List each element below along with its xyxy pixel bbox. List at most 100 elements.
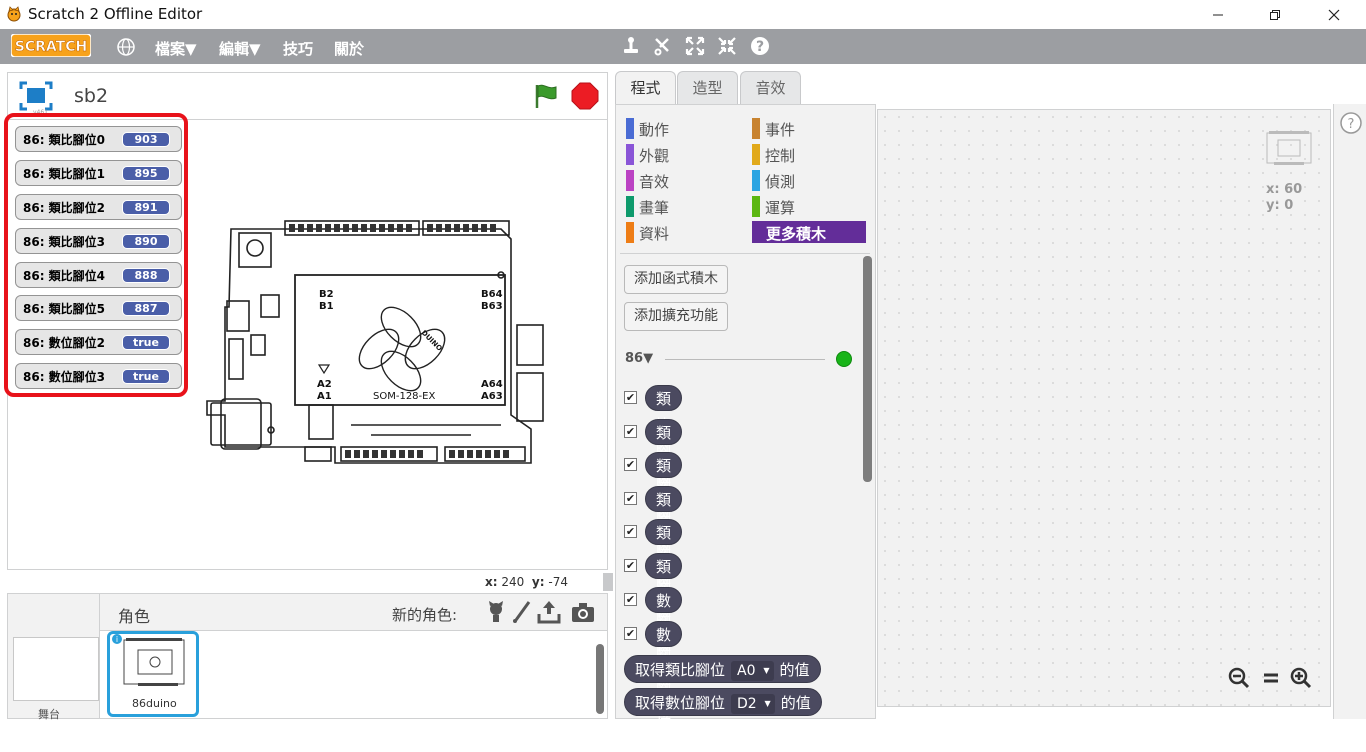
- stage-canvas[interactable]: 86: 類比腳位0 903 86: 類比腳位1 895 86: 類比腳位2 89…: [7, 119, 608, 570]
- menu-edit[interactable]: 編輯▼: [219, 38, 261, 59]
- minimize-button[interactable]: [1189, 0, 1247, 29]
- category-more-blocks[interactable]: 更多積木: [752, 221, 866, 243]
- stage-collapse-handle[interactable]: [603, 573, 613, 591]
- delete-scissors-icon[interactable]: [652, 35, 674, 57]
- reporter-block[interactable]: 類比腳位0: [645, 385, 683, 512]
- variable-monitor[interactable]: 86: 類比腳位1 895: [15, 160, 182, 186]
- sprite-x-value: 60: [1284, 182, 1303, 197]
- monitor-label: 86: 類比腳位4: [23, 269, 106, 283]
- read-analog-pin-block[interactable]: 取得類比腳位 A0 的值: [624, 655, 821, 683]
- tab-scripts[interactable]: 程式: [615, 71, 676, 106]
- category-label: 事件: [765, 121, 796, 139]
- variable-monitor[interactable]: 86: 類比腳位2 891: [15, 194, 182, 220]
- category-label: 資料: [639, 225, 670, 243]
- monitor-label: 86: 類比腳位2: [23, 201, 106, 215]
- variable-monitor[interactable]: 86: 類比腳位5 887: [15, 295, 182, 321]
- category-operators[interactable]: 運算: [752, 195, 862, 217]
- category-sound[interactable]: 音效: [626, 169, 736, 191]
- board-pin-label: A63: [481, 391, 503, 402]
- reporter-block[interactable]: 數位腳位2: [645, 587, 683, 714]
- tips-help-icon[interactable]: ?: [1339, 111, 1363, 135]
- zoom-reset-icon[interactable]: [1259, 666, 1283, 690]
- variable-monitor[interactable]: 86: 類比腳位0 903: [15, 126, 182, 152]
- board-pin-label: A2: [317, 379, 332, 390]
- project-name[interactable]: sb2: [74, 85, 108, 107]
- green-flag-icon[interactable]: [532, 82, 560, 110]
- category-data[interactable]: 資料: [626, 221, 736, 243]
- stage-thumbnail[interactable]: [13, 637, 99, 701]
- monitor-checkbox[interactable]: ✔: [624, 559, 637, 572]
- reporter-block[interactable]: 類比腳位5: [645, 553, 683, 680]
- current-sprite-thumbnail: [1266, 131, 1312, 165]
- extension-name-dropdown[interactable]: 86▼: [625, 351, 653, 366]
- reporter-block[interactable]: 數位腳位3: [645, 621, 683, 748]
- make-block-button[interactable]: 添加函式積木: [624, 265, 728, 294]
- category-events[interactable]: 事件: [752, 117, 862, 139]
- monitor-checkbox[interactable]: ✔: [624, 425, 637, 438]
- category-looks[interactable]: 外觀: [626, 143, 736, 165]
- monitor-label: 86: 數位腳位3: [23, 370, 106, 384]
- monitor-checkbox[interactable]: ✔: [624, 525, 637, 538]
- pin-dropdown[interactable]: D2: [731, 694, 775, 714]
- menu-tips[interactable]: 技巧: [283, 38, 313, 59]
- monitor-checkbox[interactable]: ✔: [624, 627, 637, 640]
- coord-y-label: y:: [531, 575, 545, 589]
- menu-about[interactable]: 關於: [334, 38, 364, 59]
- reporter-block[interactable]: 類比腳位4: [645, 519, 683, 646]
- pin-dropdown[interactable]: A0: [731, 661, 774, 681]
- grow-icon[interactable]: [684, 35, 706, 57]
- tips-strip: [1333, 104, 1366, 719]
- sprite-list-scrollbar[interactable]: [596, 644, 604, 714]
- category-sensing[interactable]: 偵測: [752, 169, 862, 191]
- category-pen[interactable]: 畫筆: [626, 195, 736, 217]
- restore-icon: [1270, 9, 1280, 20]
- stop-sign-icon[interactable]: [571, 82, 599, 110]
- block-help-icon[interactable]: ?: [749, 35, 771, 57]
- language-globe-icon[interactable]: [116, 37, 136, 57]
- board-pin-label: A1: [317, 391, 332, 402]
- board-pin-label: B63: [481, 301, 503, 312]
- monitor-label: 86: 類比腳位5: [23, 302, 106, 316]
- shrink-icon[interactable]: [716, 35, 738, 57]
- tab-sounds[interactable]: 音效: [740, 71, 801, 105]
- sprite-library-icon[interactable]: [484, 600, 508, 624]
- sprite-thumbnail[interactable]: i 86duino: [107, 631, 199, 717]
- camera-icon[interactable]: [571, 600, 595, 624]
- close-button[interactable]: [1305, 0, 1363, 29]
- category-label: 運算: [765, 199, 796, 217]
- category-label: 動作: [639, 121, 670, 139]
- menu-file[interactable]: 檔案▼: [155, 38, 197, 59]
- reporter-block[interactable]: 類比腳位3: [645, 486, 683, 613]
- monitor-label: 86: 類比腳位3: [23, 235, 106, 249]
- upload-sprite-icon[interactable]: [537, 600, 561, 624]
- monitor-checkbox[interactable]: ✔: [624, 391, 637, 404]
- paint-brush-icon[interactable]: [510, 600, 534, 624]
- block-text: 取得數位腳位: [635, 694, 726, 712]
- variable-monitor[interactable]: 86: 類比腳位4 888: [15, 262, 182, 288]
- tab-costumes[interactable]: 造型: [677, 71, 738, 105]
- duplicate-stamp-icon[interactable]: [620, 35, 642, 57]
- add-extension-button[interactable]: 添加擴充功能: [624, 302, 728, 331]
- reporter-block[interactable]: 類比腳位1: [645, 419, 683, 546]
- read-digital-pin-block[interactable]: 取得數位腳位 D2 的值: [624, 688, 822, 716]
- monitor-checkbox[interactable]: ✔: [624, 458, 637, 471]
- category-control[interactable]: 控制: [752, 143, 862, 165]
- monitor-checkbox[interactable]: ✔: [624, 492, 637, 505]
- variable-monitor[interactable]: 86: 數位腳位3 true: [15, 363, 182, 389]
- variable-monitor[interactable]: 86: 數位腳位2 true: [15, 329, 182, 355]
- category-color-bar: [626, 196, 634, 217]
- variable-monitor[interactable]: 86: 類比腳位3 890: [15, 228, 182, 254]
- scratch-logo[interactable]: SCRATCH: [11, 34, 91, 57]
- restore-button[interactable]: [1246, 0, 1304, 29]
- category-color-bar: [752, 118, 760, 139]
- reporter-block[interactable]: 類比腳位2: [645, 452, 683, 579]
- 86duino-board-sprite[interactable]: B2 B1 B64 B63 A2 A1 A64 A63 SOM-128-EX D…: [201, 215, 557, 471]
- monitor-checkbox[interactable]: ✔: [624, 593, 637, 606]
- block-text: 的值: [779, 661, 810, 679]
- palette-scrollbar[interactable]: [863, 256, 872, 482]
- zoom-out-icon[interactable]: [1227, 666, 1251, 690]
- category-motion[interactable]: 動作: [626, 117, 736, 139]
- scripts-area[interactable]: [877, 109, 1331, 707]
- zoom-in-icon[interactable]: [1289, 666, 1313, 690]
- presentation-mode-icon[interactable]: [19, 81, 53, 111]
